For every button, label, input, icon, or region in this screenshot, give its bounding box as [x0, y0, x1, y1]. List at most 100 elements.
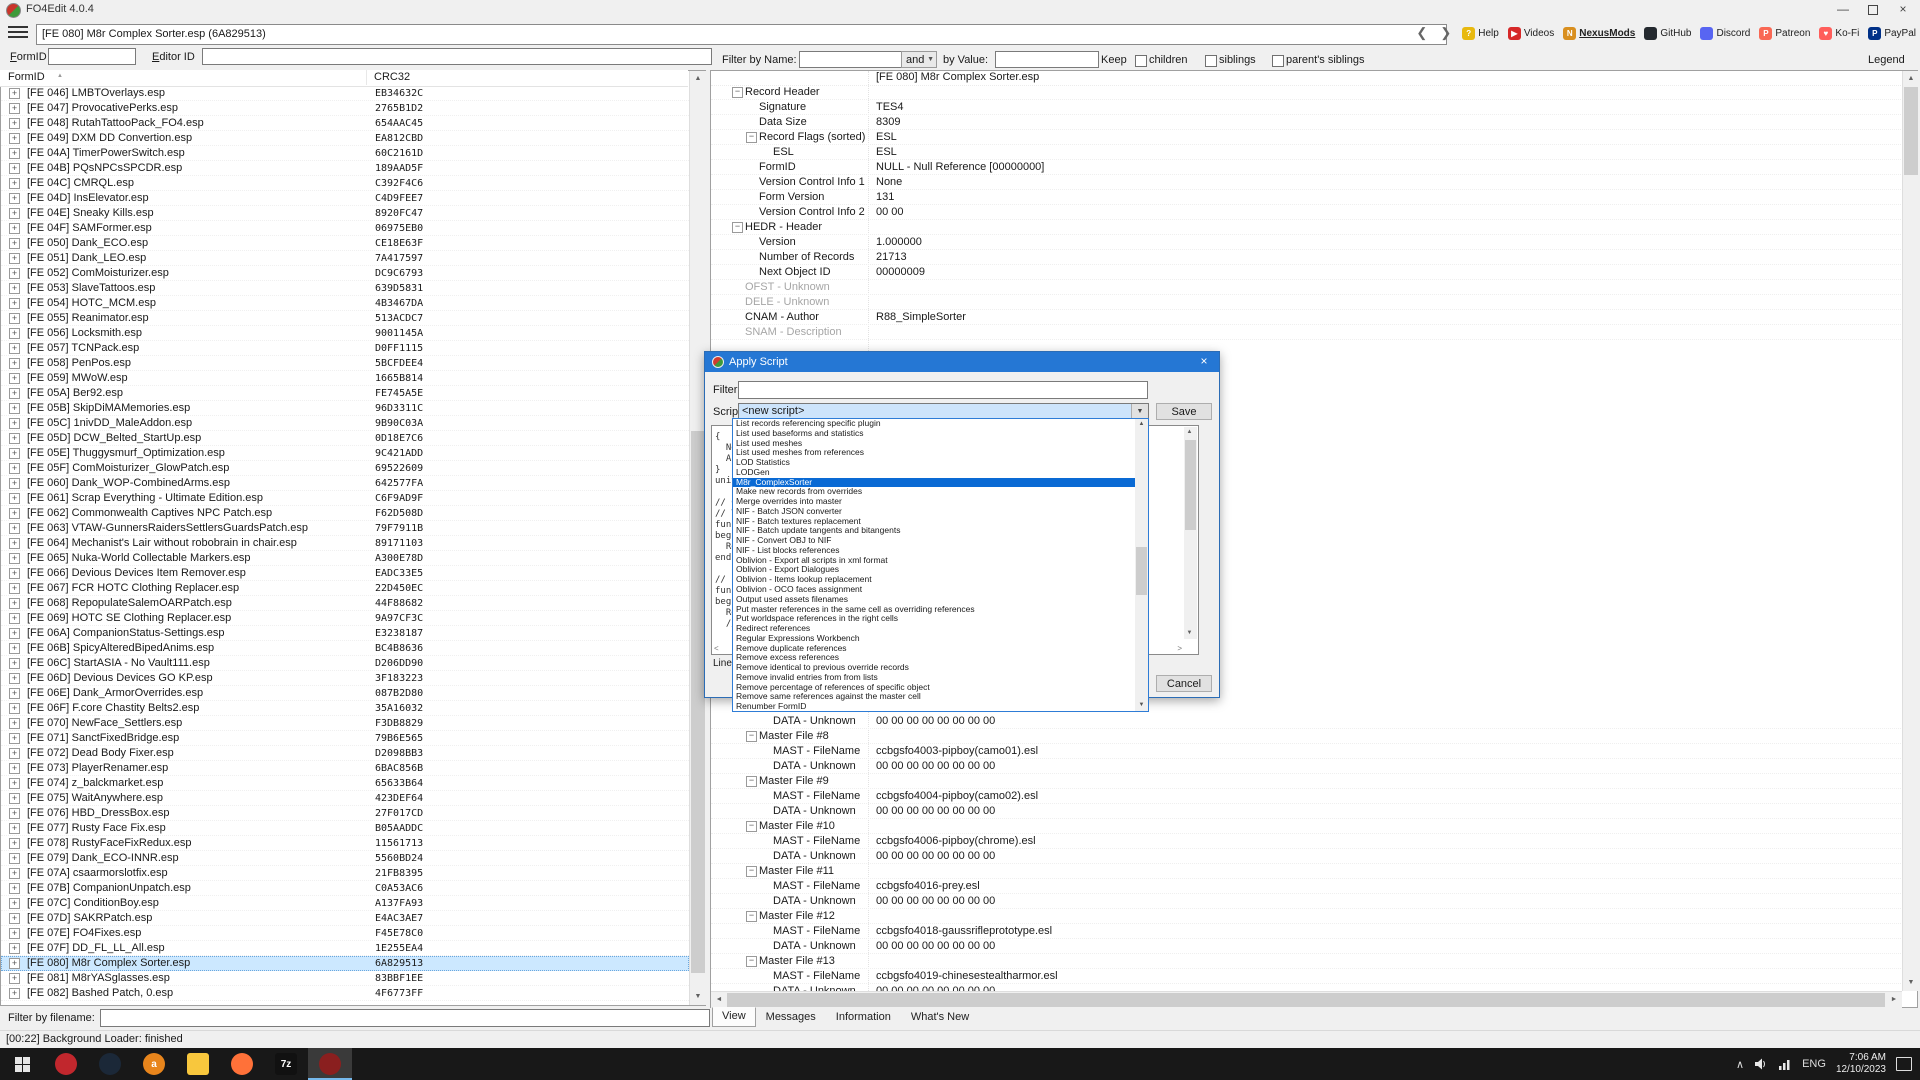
dialog-title-bar[interactable]: Apply Script ×: [705, 352, 1219, 372]
tree-row[interactable]: MAST - FileNameccbgsfo4016-prey.esl: [711, 879, 1901, 894]
list-item[interactable]: +[FE 077] Rusty Face Fix.espB05AADDC: [1, 821, 689, 836]
expand-icon[interactable]: +: [9, 568, 20, 579]
expand-icon[interactable]: +: [9, 388, 20, 399]
taskbar-app-fo4edit[interactable]: [308, 1048, 352, 1080]
collapse-icon[interactable]: −: [746, 956, 757, 967]
speaker-icon[interactable]: [1754, 1057, 1768, 1071]
tree-row[interactable]: −HEDR - Header: [711, 220, 1901, 235]
formid-input[interactable]: [48, 48, 136, 65]
tree-row[interactable]: Data Size8309: [711, 115, 1901, 130]
tree-row[interactable]: MAST - FileNameccbgsfo4003-pipboy(camo01…: [711, 744, 1901, 759]
scrollbar-thumb[interactable]: [1904, 87, 1918, 175]
collapse-icon[interactable]: −: [732, 222, 743, 233]
expand-icon[interactable]: +: [9, 733, 20, 744]
list-item[interactable]: +[FE 071] SanctFixedBridge.esp79B6E565: [1, 731, 689, 746]
list-item[interactable]: +[FE 04B] PQsNPCsSPCDR.esp189AAD5F: [1, 161, 689, 176]
expand-icon[interactable]: +: [9, 88, 20, 99]
expand-icon[interactable]: +: [9, 928, 20, 939]
tree-row[interactable]: −Record Flags (sorted)ESL: [711, 130, 1901, 145]
tree-row[interactable]: −Master File #12: [711, 909, 1901, 924]
editorid-input[interactable]: [202, 48, 712, 65]
scrollbar-thumb[interactable]: [727, 993, 1885, 1007]
language-indicator[interactable]: ENG: [1802, 1058, 1826, 1070]
list-item[interactable]: +[FE 065] Nuka-World Collectable Markers…: [1, 551, 689, 566]
expand-icon[interactable]: +: [9, 748, 20, 759]
maximize-button[interactable]: [1858, 0, 1888, 20]
script-option[interactable]: Regular Expressions Workbench: [733, 634, 1135, 644]
column-header-formid[interactable]: FormID: [8, 71, 45, 83]
collapse-icon[interactable]: −: [746, 132, 757, 143]
script-option[interactable]: Oblivion - Export Dialogues: [733, 565, 1135, 575]
list-item[interactable]: +[FE 06F] F.core Chastity Belts2.esp35A1…: [1, 701, 689, 716]
save-button[interactable]: Save: [1156, 403, 1212, 420]
expand-icon[interactable]: +: [9, 853, 20, 864]
tree-row[interactable]: −Record Header: [711, 85, 1901, 100]
list-item[interactable]: +[FE 078] RustyFaceFixRedux.esp11561713: [1, 836, 689, 851]
editor-scrollbar[interactable]: ▲ ▼: [1184, 427, 1197, 639]
record-view-column-header[interactable]: [FE 080] M8r Complex Sorter.esp: [711, 70, 1901, 86]
expand-icon[interactable]: +: [9, 778, 20, 789]
list-item[interactable]: +[FE 046] LMBTOverlays.espEB34632C: [1, 86, 689, 101]
script-option[interactable]: NIF - Batch JSON converter: [733, 507, 1135, 517]
script-option[interactable]: Oblivion - Items lookup replacement: [733, 575, 1135, 585]
list-item[interactable]: +[FE 047] ProvocativePerks.esp2765B1D2: [1, 101, 689, 116]
expand-icon[interactable]: +: [9, 403, 20, 414]
expand-icon[interactable]: +: [9, 538, 20, 549]
tree-row[interactable]: DATA - Unknown00 00 00 00 00 00 00 00: [711, 894, 1901, 909]
list-item[interactable]: +[FE 05F] ComMoisturizer_GlowPatch.esp69…: [1, 461, 689, 476]
taskbar-app-file-explorer[interactable]: [176, 1048, 220, 1080]
list-item[interactable]: +[FE 062] Commonwealth Captives NPC Patc…: [1, 506, 689, 521]
link-patreon[interactable]: PPatreon: [1759, 27, 1810, 40]
tab-information[interactable]: Information: [826, 1008, 901, 1027]
expand-icon[interactable]: +: [9, 178, 20, 189]
filter-join-dropdown[interactable]: and▼: [901, 51, 937, 68]
expand-icon[interactable]: +: [9, 343, 20, 354]
link-help[interactable]: ?Help: [1462, 27, 1499, 40]
cancel-button[interactable]: Cancel: [1156, 675, 1212, 692]
filter-by-name-input[interactable]: [799, 51, 903, 68]
link-ko-fi[interactable]: ♥Ko-Fi: [1819, 27, 1859, 40]
tree-row[interactable]: −Master File #9: [711, 774, 1901, 789]
expand-icon[interactable]: +: [9, 913, 20, 924]
expand-icon[interactable]: +: [9, 283, 20, 294]
notification-center-icon[interactable]: [1896, 1057, 1912, 1071]
tree-row[interactable]: OFST - Unknown: [711, 280, 1901, 295]
scroll-right-icon[interactable]: ►: [1886, 992, 1902, 1008]
expand-icon[interactable]: +: [9, 838, 20, 849]
list-item[interactable]: +[FE 068] RepopulateSalemOARPatch.esp44F…: [1, 596, 689, 611]
record-tab[interactable]: [FE 080] M8r Complex Sorter.esp (6A82951…: [36, 24, 1447, 45]
script-option[interactable]: Put master references in the same cell a…: [733, 605, 1135, 615]
children-checkbox[interactable]: [1135, 55, 1147, 67]
filter-by-filename-input[interactable]: [100, 1009, 710, 1027]
script-option[interactable]: Output used assets filenames: [733, 595, 1135, 605]
list-item[interactable]: +[FE 074] z_balckmarket.esp65633B64: [1, 776, 689, 791]
list-item[interactable]: +[FE 07B] CompanionUnpatch.espC0A53AC6: [1, 881, 689, 896]
list-item[interactable]: +[FE 06A] CompanionStatus-Settings.espE3…: [1, 626, 689, 641]
scroll-down-icon[interactable]: ▼: [690, 989, 706, 1005]
script-option[interactable]: Remove same references against the maste…: [733, 692, 1135, 702]
link-videos[interactable]: ▶Videos: [1508, 27, 1554, 40]
list-item[interactable]: +[FE 07A] csaarmorslotfix.esp21FB8395: [1, 866, 689, 881]
collapse-icon[interactable]: −: [746, 731, 757, 742]
by-value-input[interactable]: [995, 51, 1099, 68]
tree-row[interactable]: −Master File #13: [711, 954, 1901, 969]
list-item[interactable]: +[FE 04D] InsElevator.espC4D9FEE7: [1, 191, 689, 206]
script-option[interactable]: Oblivion - OCO faces assignment: [733, 585, 1135, 595]
script-option[interactable]: Remove identical to previous override re…: [733, 663, 1135, 673]
scrollbar-thumb[interactable]: [1136, 547, 1147, 595]
tree-row[interactable]: Form Version131: [711, 190, 1901, 205]
script-option[interactable]: Remove percentage of references of speci…: [733, 683, 1135, 693]
expand-icon[interactable]: +: [9, 463, 20, 474]
expand-icon[interactable]: +: [9, 958, 20, 969]
list-item[interactable]: +[FE 04E] Sneaky Kills.esp8920FC47: [1, 206, 689, 221]
record-view-hscrollbar[interactable]: ◄ ►: [711, 991, 1902, 1008]
list-item[interactable]: +[FE 060] Dank_WOP-CombinedArms.esp64257…: [1, 476, 689, 491]
tree-row[interactable]: MAST - FileNameccbgsfo4004-pipboy(camo02…: [711, 789, 1901, 804]
dropdown-scrollbar[interactable]: ▲ ▼: [1135, 419, 1148, 711]
script-option[interactable]: Redirect references: [733, 624, 1135, 634]
script-option[interactable]: Renumber FormID: [733, 702, 1135, 711]
list-item[interactable]: +[FE 054] HOTC_MCM.esp4B3467DA: [1, 296, 689, 311]
start-button[interactable]: [0, 1048, 44, 1080]
list-item[interactable]: +[FE 07E] FO4Fixes.espF45E78C0: [1, 926, 689, 941]
script-option[interactable]: M8r_ComplexSorter: [733, 478, 1135, 488]
